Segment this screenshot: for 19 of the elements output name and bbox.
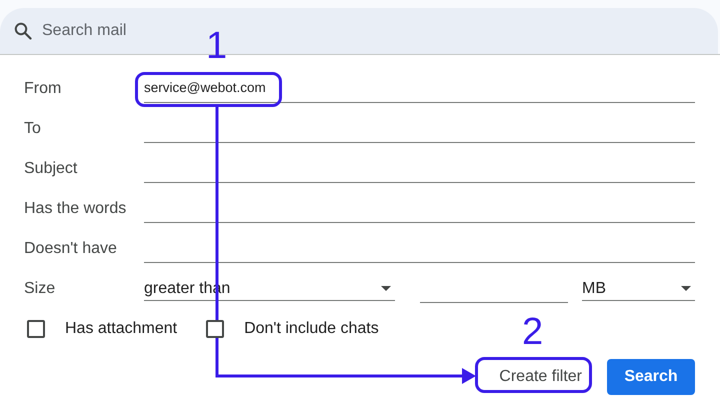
caret-icon xyxy=(681,286,691,291)
field-label: From xyxy=(24,80,62,98)
checkbox-label: Don't include chats xyxy=(244,320,379,338)
field-label: Has the words xyxy=(24,200,128,218)
input-field[interactable]: service@webot.com xyxy=(144,76,695,102)
search-button[interactable]: Search xyxy=(607,359,695,395)
field-label: Size xyxy=(24,280,56,298)
checkbox[interactable] xyxy=(27,320,45,338)
field-label: Subject xyxy=(24,160,78,178)
search-icon xyxy=(14,22,32,40)
field-label: To xyxy=(24,120,42,138)
unit-dropdown[interactable]: MB xyxy=(582,277,695,301)
checkbox[interactable] xyxy=(206,320,224,338)
field-label: Doesn't have xyxy=(24,240,118,258)
caret-icon xyxy=(381,286,391,291)
step-number: 2 xyxy=(522,313,544,351)
search-field[interactable]: Search mail xyxy=(42,22,182,40)
step-number: 1 xyxy=(206,27,228,65)
checkbox-label: Has attachment xyxy=(65,320,178,338)
